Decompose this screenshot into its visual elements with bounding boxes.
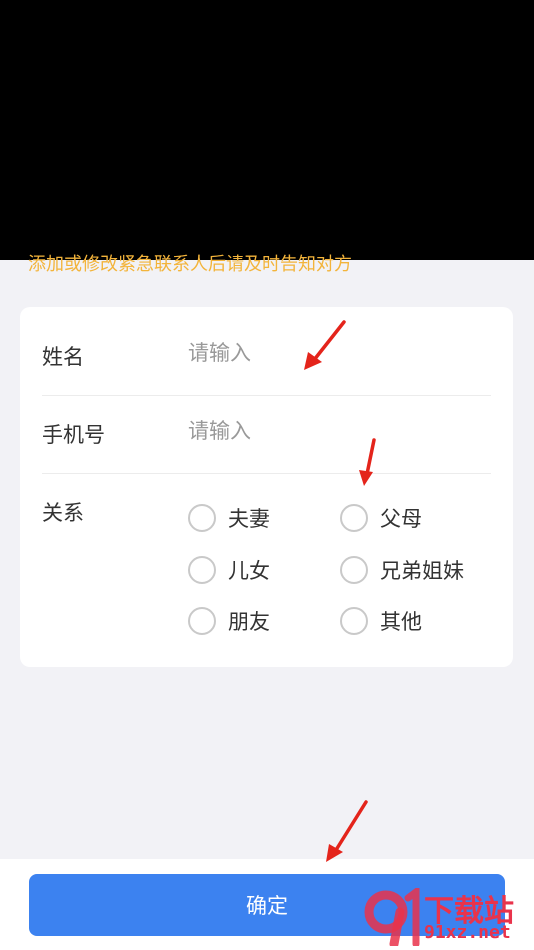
relation-option-label: 朋友 bbox=[228, 610, 270, 634]
radio-icon[interactable] bbox=[340, 607, 368, 635]
relation-option-label: 儿女 bbox=[228, 559, 270, 583]
name-input[interactable] bbox=[188, 341, 468, 365]
relation-option-siblings[interactable]: 兄弟姐妹 bbox=[340, 555, 464, 585]
name-label: 姓名 bbox=[42, 345, 84, 369]
name-row: 姓名 bbox=[42, 341, 491, 371]
divider bbox=[42, 473, 491, 474]
divider bbox=[42, 395, 491, 396]
phone-input[interactable] bbox=[188, 419, 468, 443]
relation-option-label: 夫妻 bbox=[228, 507, 270, 531]
watermark: 下载站 91xz.net bbox=[360, 886, 530, 948]
notice-text: 添加或修改紧急联系人后请及时告知对方 bbox=[28, 254, 352, 275]
radio-icon[interactable] bbox=[340, 556, 368, 584]
radio-icon[interactable] bbox=[340, 504, 368, 532]
radio-icon[interactable] bbox=[188, 607, 216, 635]
status-area bbox=[0, 0, 534, 260]
relation-option-label: 其他 bbox=[380, 610, 422, 634]
radio-icon[interactable] bbox=[188, 556, 216, 584]
contact-form-card: 姓名 手机号 关系 夫妻 父母 儿女 兄弟姐妹 朋友 其他 bbox=[20, 307, 513, 667]
watermark-logo-icon bbox=[364, 888, 420, 946]
relation-option-friend[interactable]: 朋友 bbox=[188, 606, 270, 636]
watermark-url: 91xz.net bbox=[424, 922, 511, 943]
relation-option-parents[interactable]: 父母 bbox=[340, 503, 422, 533]
radio-icon[interactable] bbox=[188, 504, 216, 532]
phone-label: 手机号 bbox=[42, 423, 105, 447]
relation-option-label: 兄弟姐妹 bbox=[380, 559, 464, 583]
relation-label: 关系 bbox=[42, 501, 84, 525]
relation-option-label: 父母 bbox=[380, 507, 422, 531]
phone-row: 手机号 bbox=[42, 419, 491, 449]
relation-option-children[interactable]: 儿女 bbox=[188, 555, 270, 585]
relation-option-other[interactable]: 其他 bbox=[340, 606, 422, 636]
relation-option-spouse[interactable]: 夫妻 bbox=[188, 503, 270, 533]
arrow-icon bbox=[326, 800, 368, 862]
